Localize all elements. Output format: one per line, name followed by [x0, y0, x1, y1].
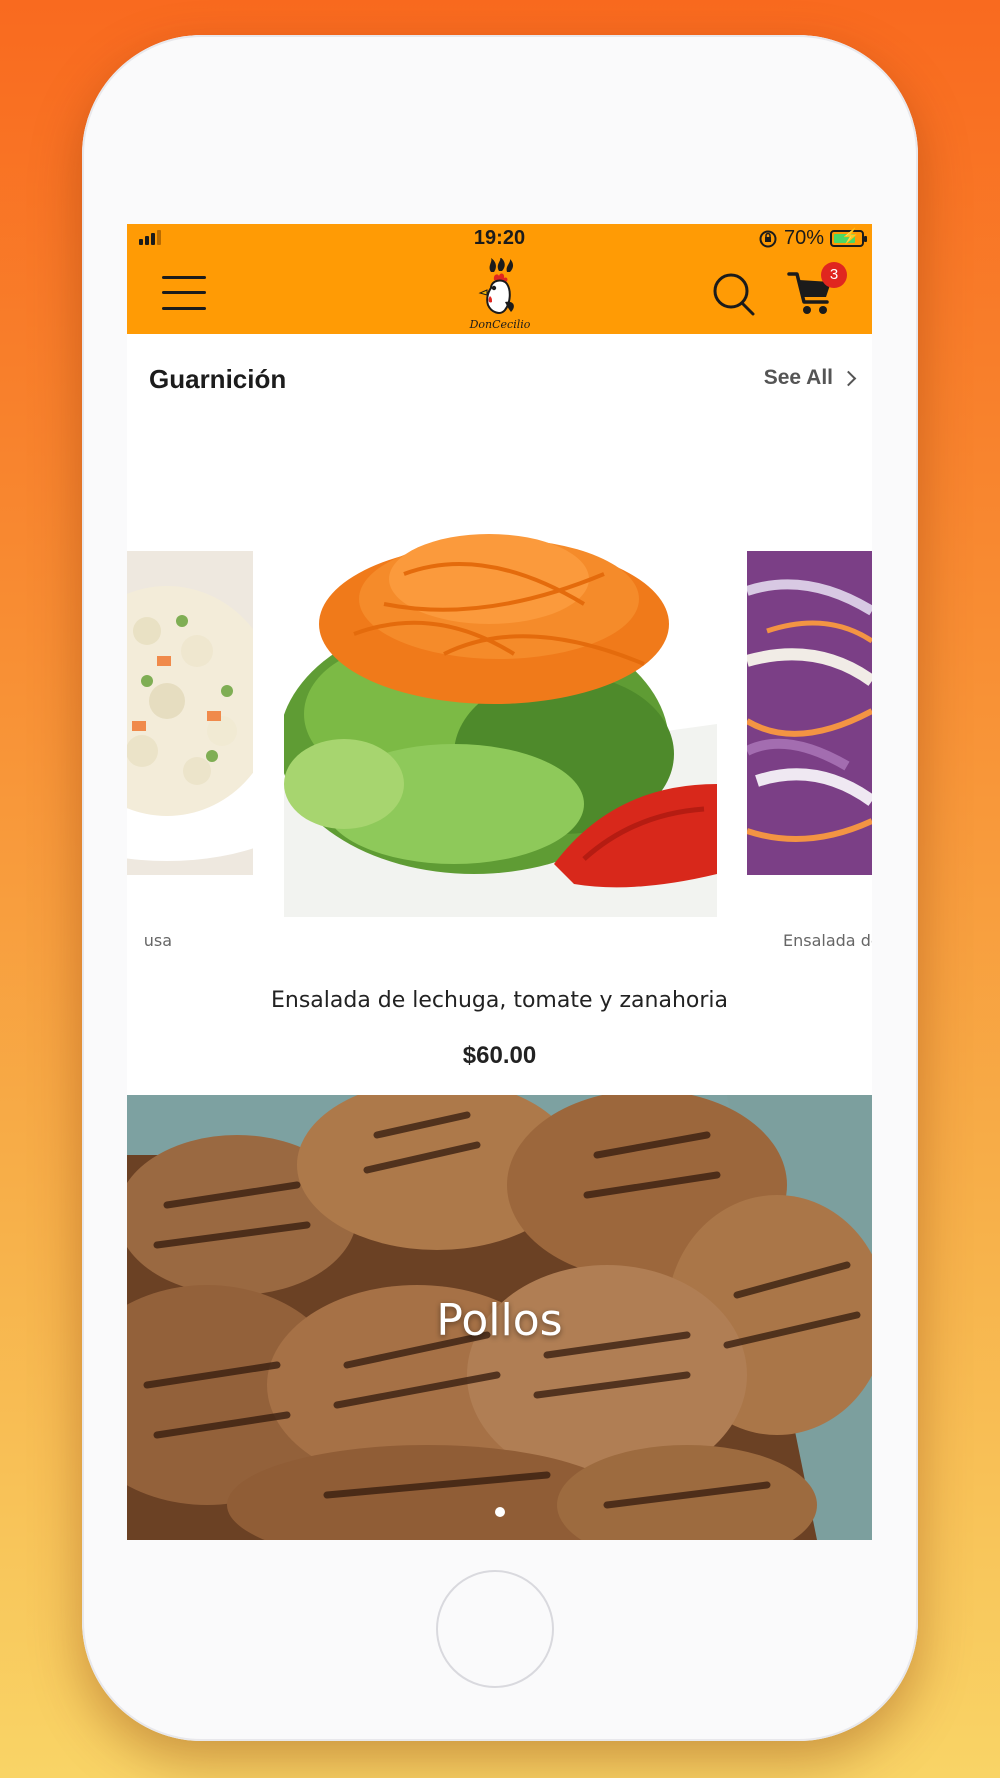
- carousel-item-next[interactable]: [747, 551, 872, 875]
- category-banner-pollos[interactable]: Pollos: [127, 1095, 872, 1540]
- product-price: $60.00: [462, 1042, 537, 1069]
- product-name: Ensalada de lechuga, tomate y zanahoria: [270, 988, 729, 1013]
- see-all-button[interactable]: See All: [763, 366, 857, 390]
- banner-pagination: [127, 1507, 872, 1517]
- cart-count-badge: 3: [821, 262, 847, 288]
- carousel-item-main[interactable]: [284, 484, 717, 917]
- orientation-lock-icon: [759, 230, 777, 247]
- app-screen: 19:20 70% ⚡ DonCecilio 3 Guarnición See …: [127, 224, 872, 1540]
- home-button[interactable]: [436, 1570, 554, 1688]
- logo-text: DonCecilio: [469, 318, 531, 331]
- pagination-dot[interactable]: [494, 1507, 505, 1517]
- chevron-right-icon: [840, 370, 857, 386]
- status-right: 70% ⚡: [758, 227, 867, 250]
- nav-bar: DonCecilio 3: [127, 252, 872, 334]
- carousel-prev-label: usa: [143, 931, 172, 950]
- menu-icon[interactable]: [162, 274, 206, 312]
- see-all-label: See All: [763, 366, 833, 389]
- carousel-item-prev[interactable]: [127, 551, 253, 875]
- status-bar: 19:20 70% ⚡: [127, 224, 872, 252]
- battery-icon: ⚡: [830, 229, 867, 247]
- carousel-next-label: Ensalada de: [783, 931, 872, 950]
- battery-percent: 70%: [783, 227, 824, 249]
- banner-title: Pollos: [436, 1295, 563, 1346]
- cart-button[interactable]: 3: [787, 262, 847, 318]
- section-title: Guarnición: [149, 364, 287, 394]
- rooster-logo[interactable]: DonCecilio: [467, 257, 533, 332]
- search-icon[interactable]: [712, 272, 756, 316]
